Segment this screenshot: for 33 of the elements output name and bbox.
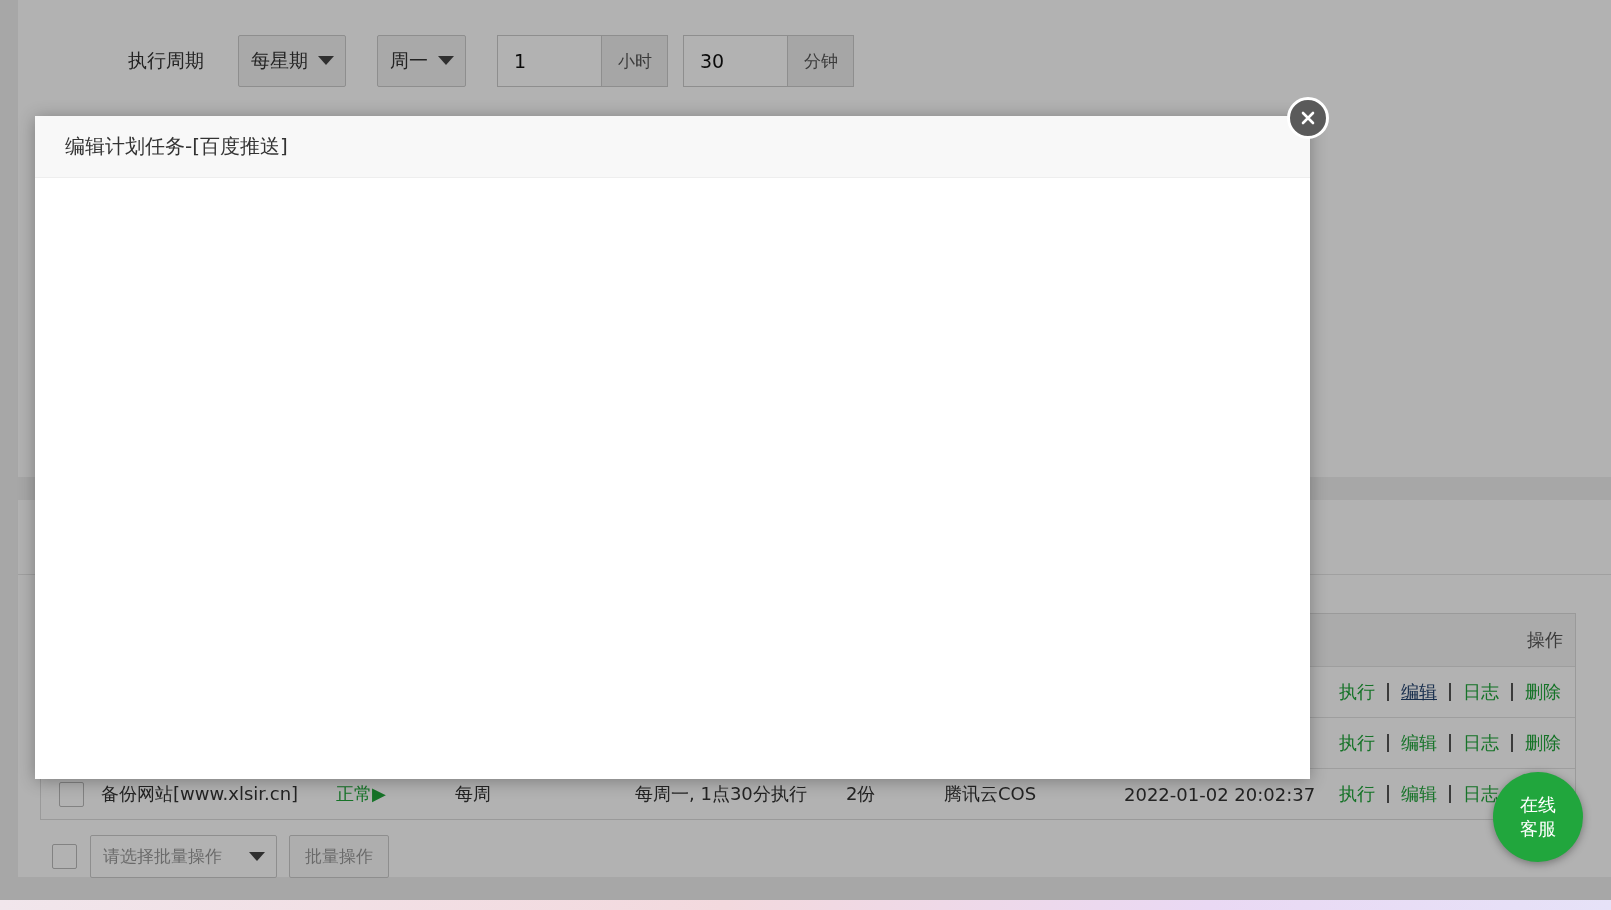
action-link[interactable]: 删除 <box>1525 731 1561 755</box>
action-link[interactable]: 编辑 <box>1401 680 1437 704</box>
action-link[interactable]: 执行 <box>1339 782 1375 806</box>
action-link[interactable]: 删除 <box>1525 680 1561 704</box>
dialog-title: 编辑计划任务-[百度推送] <box>65 133 288 160</box>
action-link[interactable]: 日志 <box>1463 680 1499 704</box>
unit-label: 分钟 <box>787 35 854 87</box>
table-cell-text: 每周一, 1点30分执行 <box>635 782 808 806</box>
table-cell-text: 备份网站[www.xlsir.cn] <box>101 782 300 806</box>
table-cell-text: 腾讯云COS <box>944 782 1038 806</box>
caret-icon <box>249 851 265 862</box>
caret-icon <box>438 56 454 66</box>
column-header: 操作 <box>1527 628 1563 652</box>
dropdown[interactable]: 每星期 <box>238 35 346 87</box>
action-link[interactable]: 编辑 <box>1401 782 1437 806</box>
field-label: 执行周期 <box>128 48 204 73</box>
checkbox[interactable] <box>52 844 77 869</box>
batch-button[interactable]: 批量操作 <box>289 835 389 878</box>
action-link[interactable]: 执行 <box>1339 731 1375 755</box>
unit-label: 小时 <box>601 35 668 87</box>
table-cell-text: 2022-01-02 20:02:37 <box>1124 783 1317 805</box>
action-link[interactable]: 编辑 <box>1401 731 1437 755</box>
table-cell-text: 每周 <box>455 782 492 806</box>
dropdown[interactable]: 周一 <box>377 35 466 87</box>
action-link[interactable]: 执行 <box>1339 680 1375 704</box>
input-field[interactable]: 1 <box>497 35 601 87</box>
status-text: 正常▶ <box>336 782 387 806</box>
checkbox[interactable] <box>58 781 84 807</box>
table-cell-text: 2份 <box>846 782 877 806</box>
input-field[interactable]: 30 <box>683 35 787 87</box>
caret-icon <box>318 56 334 66</box>
action-link[interactable]: 日志 <box>1463 731 1499 755</box>
dropdown[interactable]: 请选择批量操作 <box>90 835 277 878</box>
